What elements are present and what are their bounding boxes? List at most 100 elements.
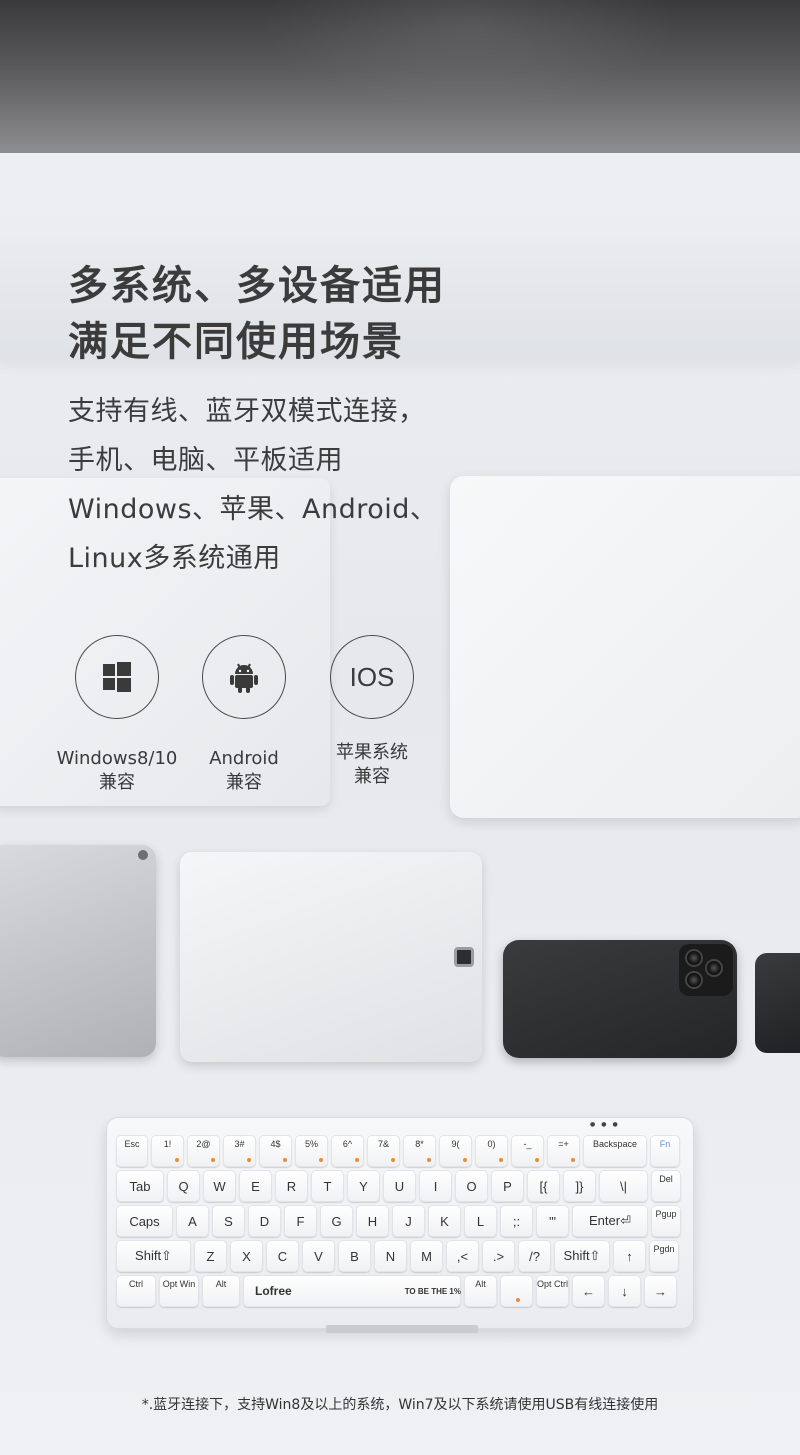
key: S xyxy=(212,1205,245,1237)
os-android: Android 兼容 xyxy=(179,635,309,795)
key: Y xyxy=(347,1170,380,1202)
key: O xyxy=(455,1170,488,1202)
key-label: 7& xyxy=(377,1139,389,1149)
key: T xyxy=(311,1170,344,1202)
key: ,< xyxy=(446,1240,479,1272)
key: U xyxy=(383,1170,416,1202)
key: X xyxy=(230,1240,263,1272)
windows-icon xyxy=(75,635,159,719)
os-label: Windows8/10 xyxy=(56,748,178,769)
key-alt: Alt xyxy=(464,1275,497,1307)
key-opt: Opt Ctrl xyxy=(536,1275,569,1307)
key: D xyxy=(248,1205,281,1237)
key-tab: Tab xyxy=(116,1170,164,1202)
key: E xyxy=(239,1170,272,1202)
key: G xyxy=(320,1205,353,1237)
arrow-down-icon: ↓ xyxy=(608,1275,641,1307)
phone-image xyxy=(755,953,800,1053)
key: .> xyxy=(482,1240,515,1272)
os-sublabel: 兼容 xyxy=(226,772,262,793)
key: 5% xyxy=(295,1135,328,1167)
android-icon xyxy=(202,635,286,719)
key-label: 9( xyxy=(451,1139,460,1149)
arrow-right-icon: → xyxy=(644,1275,677,1307)
key-backspace: Backspace xyxy=(583,1135,647,1167)
key: F xyxy=(284,1205,317,1237)
key: W xyxy=(203,1170,236,1202)
keyboard-image: ●●● Esc 1! 2@ 3# 4$ 5% 6^ 7& 8* 9( 0) -_… xyxy=(106,1117,694,1329)
arrow-up-icon: ↑ xyxy=(613,1240,646,1272)
key: J xyxy=(392,1205,425,1237)
key-label: 5% xyxy=(304,1139,318,1149)
key: Z xyxy=(194,1240,227,1272)
key-label: 8* xyxy=(415,1139,424,1149)
space-tag: TO BE THE 1% xyxy=(404,1286,461,1296)
key-blank xyxy=(500,1275,533,1307)
key: '" xyxy=(536,1205,569,1237)
key-fn: Fn xyxy=(650,1135,680,1167)
key: =+ xyxy=(547,1135,580,1167)
key-caps: Caps xyxy=(116,1205,173,1237)
key-space: Lofree TO BE THE 1% xyxy=(243,1275,461,1307)
key: L xyxy=(464,1205,497,1237)
key: 2@ xyxy=(187,1135,220,1167)
key: B xyxy=(338,1240,371,1272)
key: 4$ xyxy=(259,1135,292,1167)
key: R xyxy=(275,1170,308,1202)
key: V xyxy=(302,1240,335,1272)
key-label: 2@ xyxy=(196,1139,211,1149)
tablet-image xyxy=(180,852,482,1062)
key: C xyxy=(266,1240,299,1272)
description-line-4: Linux多系统通用 xyxy=(68,543,281,574)
indicator-lights: ●●● xyxy=(590,1121,624,1128)
key-pgup: Pgup xyxy=(651,1205,681,1237)
key-ctrl: Ctrl xyxy=(116,1275,156,1307)
key: 3# xyxy=(223,1135,256,1167)
key-label: -_ xyxy=(523,1139,532,1149)
keyboard-row-1: Esc 1! 2@ 3# 4$ 5% 6^ 7& 8* 9( 0) -_ =+ … xyxy=(116,1135,680,1167)
key-shift: Shift⇧ xyxy=(116,1240,191,1272)
ios-icon: IOS xyxy=(330,635,414,719)
keyboard-row-5: Ctrl Opt Win Alt Lofree TO BE THE 1% Alt… xyxy=(116,1275,677,1307)
key: 1! xyxy=(151,1135,184,1167)
key: ]} xyxy=(563,1170,596,1202)
description-line-1: 支持有线、蓝牙双模式连接， xyxy=(68,396,426,427)
key: P xyxy=(491,1170,524,1202)
laptop-image xyxy=(450,476,800,818)
key-label: 0) xyxy=(487,1139,496,1149)
key: H xyxy=(356,1205,389,1237)
keyboard-row-4: Shift⇧ Z X C V B N M ,< .> /? Shift⇧ ↑ P… xyxy=(116,1240,679,1272)
key: 8* xyxy=(403,1135,436,1167)
key: K xyxy=(428,1205,461,1237)
key: \| xyxy=(599,1170,648,1202)
arrow-left-icon: ← xyxy=(572,1275,605,1307)
keyboard-stand xyxy=(326,1325,478,1333)
description-line-3: Windows、苹果、Android、 xyxy=(68,494,438,525)
os-windows: Windows8/10 兼容 xyxy=(52,635,182,795)
tablet-image xyxy=(0,845,156,1057)
headline-line-1: 多系统、多设备适用 xyxy=(68,263,446,309)
key-shift: Shift⇧ xyxy=(554,1240,610,1272)
key-esc: Esc xyxy=(116,1135,148,1167)
ios-icon-text: IOS xyxy=(349,661,395,692)
brand-logo: Lofree xyxy=(255,1284,292,1298)
headline: 多系统、多设备适用 满足不同使用场景 xyxy=(68,258,446,370)
key-label: =+ xyxy=(558,1139,569,1149)
headline-line-2: 满足不同使用场景 xyxy=(68,319,404,365)
key: -_ xyxy=(511,1135,544,1167)
hero-fabric-image xyxy=(0,0,800,153)
key-label: 3# xyxy=(234,1139,245,1149)
os-sublabel: 兼容 xyxy=(354,766,390,787)
key: M xyxy=(410,1240,443,1272)
key: 0) xyxy=(475,1135,508,1167)
key-pgdn: Pgdn xyxy=(649,1240,679,1272)
description: 支持有线、蓝牙双模式连接， 手机、电脑、平板适用 Windows、苹果、Andr… xyxy=(68,387,437,583)
key: 7& xyxy=(367,1135,400,1167)
footnote: *.蓝牙连接下，支持Win8及以上的系统，Win7及以下系统请使用USB有线连接… xyxy=(141,1397,659,1413)
key-del: Del xyxy=(651,1170,681,1202)
phone-image xyxy=(503,940,737,1058)
key: I xyxy=(419,1170,452,1202)
key-label: 4$ xyxy=(270,1139,281,1149)
key: 9( xyxy=(439,1135,472,1167)
key: /? xyxy=(518,1240,551,1272)
